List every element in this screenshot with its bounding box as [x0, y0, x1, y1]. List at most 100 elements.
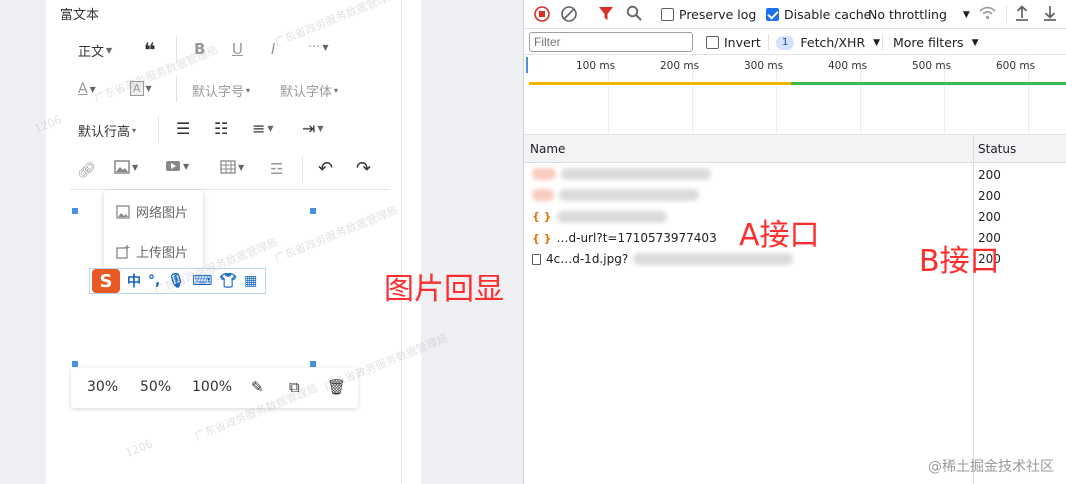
underline-icon[interactable]: U [232, 40, 243, 58]
toolbar-divider [882, 34, 883, 50]
xhr-icon: { } [532, 210, 552, 223]
filter-input[interactable] [529, 32, 693, 52]
paragraph-select-label: 正文 [78, 45, 105, 60]
annotation-api-b: B接口 [919, 244, 1000, 279]
invert-label: Invert [724, 35, 761, 50]
video-icon[interactable]: ▼ [165, 160, 189, 172]
upload-image-option[interactable]: 上传图片 [116, 242, 188, 261]
font-size-label: 默认字号 [192, 85, 245, 100]
table-row[interactable]: 200 [524, 165, 1066, 186]
indent-icon[interactable]: ⇥ ▼ [302, 119, 324, 138]
timeline-tick-label: 200 ms [660, 60, 700, 72]
network-image-option[interactable]: 网络图片 [116, 202, 188, 221]
network-image-label: 网络图片 [136, 206, 189, 221]
search-icon[interactable] [626, 5, 642, 21]
record-icon[interactable] [534, 6, 550, 22]
import-har-icon[interactable] [1015, 5, 1029, 21]
network-toolbar: Preserve log Disable cache No throttling… [524, 0, 1066, 29]
chevron-down-icon: ▼ [971, 37, 979, 48]
size-option-30[interactable]: 30% [87, 379, 118, 395]
network-overview-timeline[interactable]: 100 ms 200 ms 300 ms 400 ms 500 ms 600 m… [524, 55, 1066, 135]
document-icon [532, 253, 541, 265]
chevron-down-icon: ▼ [106, 46, 113, 55]
export-har-icon[interactable] [1043, 5, 1057, 21]
timeline-tick-label: 300 ms [744, 60, 784, 72]
checkbox-checked [766, 8, 779, 21]
undo-icon[interactable]: ↶ [318, 158, 333, 179]
column-status-header[interactable]: Status [978, 142, 1016, 156]
preserve-log-checkbox[interactable]: Preserve log [661, 7, 756, 22]
image-icon[interactable]: ▼ [114, 160, 138, 174]
toolbar-divider [302, 156, 303, 182]
section-title: 富文本 [60, 8, 100, 23]
timeline-cursor [526, 57, 528, 73]
request-name: { } …d-url?t=1710573977403 [532, 231, 717, 245]
request-status: 200 [978, 168, 1001, 182]
divider-icon[interactable]: ☲ [270, 160, 283, 178]
preserve-log-label: Preserve log [679, 7, 757, 22]
toolbox-icon[interactable]: ▦ [244, 273, 257, 289]
clear-icon[interactable] [561, 6, 577, 22]
invert-checkbox[interactable]: Invert [706, 35, 761, 50]
resize-handle[interactable] [72, 208, 78, 214]
toolbar-divider [768, 34, 769, 50]
fetch-xhr-filter[interactable]: 1 Fetch/XHR ▼ [776, 35, 880, 50]
font-family-select[interactable]: 默认字体 ▾ [280, 81, 338, 100]
toolbar-divider [176, 76, 177, 102]
throttling-label: No throttling [868, 7, 947, 22]
network-conditions-icon[interactable] [979, 6, 996, 20]
sogou-logo-icon[interactable]: S [92, 269, 120, 293]
annotation-api-a: A接口 [739, 218, 820, 253]
align-icon[interactable]: ≡ ▼ [252, 119, 274, 138]
toolbar-divider [158, 116, 159, 142]
ime-chinese-toggle[interactable]: 中 [127, 271, 141, 291]
request-status: 200 [978, 189, 1001, 203]
disable-cache-checkbox[interactable]: Disable cache [766, 7, 871, 22]
xhr-icon: { } [532, 231, 552, 245]
size-option-100[interactable]: 100% [192, 379, 232, 395]
redo-icon[interactable]: ↷ [356, 158, 371, 179]
font-size-select[interactable]: 默认字号 ▾ [192, 81, 250, 100]
timeline-tick-label: 600 ms [996, 60, 1036, 72]
font-family-label: 默认字体 [280, 85, 333, 100]
image-insert-menu: 网络图片 上传图片 [104, 190, 203, 270]
line-height-label: 默认行高 [78, 125, 131, 140]
timeline-tick-label: 100 ms [576, 60, 616, 72]
table-row[interactable]: 200 [524, 186, 1066, 207]
waterfall-waiting-bar [529, 82, 791, 85]
edit-icon[interactable]: ✎ [251, 378, 264, 396]
toolbar-divider [1006, 6, 1007, 22]
requests-table-header: Name Status [524, 135, 1066, 163]
resize-handle[interactable] [72, 361, 78, 367]
timeline-tick-label: 500 ms [912, 60, 952, 72]
more-options-icon[interactable]: ··· ▼ [308, 40, 329, 55]
skin-icon[interactable]: 👕︎ [219, 273, 237, 289]
chevron-down-icon: ▼ [962, 9, 970, 20]
link-icon[interactable]: 🔗︎ [77, 161, 96, 179]
paragraph-select[interactable]: 正文 ▼ [78, 41, 112, 60]
timeline-tick-label: 400 ms [828, 60, 868, 72]
fetch-count-badge: 1 [776, 35, 795, 50]
quote-icon[interactable]: ❝ [144, 38, 156, 62]
more-filters-label: More filters [893, 35, 964, 50]
request-name: { } [532, 210, 672, 223]
resize-handle[interactable] [310, 361, 316, 367]
more-filters-select[interactable]: More filters ▼ [893, 35, 978, 50]
size-option-50[interactable]: 50% [140, 379, 171, 395]
throttling-select[interactable]: No throttling ▼ [868, 7, 970, 22]
request-status: 200 [978, 210, 1001, 224]
filter-icon[interactable] [599, 6, 613, 22]
upload-image-label: 上传图片 [136, 246, 189, 261]
line-height-select[interactable]: 默认行高 ▾ [78, 121, 136, 140]
numbered-list-icon[interactable]: ☷ [214, 119, 228, 138]
editor-card [46, 0, 401, 484]
resize-handle[interactable] [310, 208, 316, 214]
table-icon[interactable]: ▼ [220, 160, 244, 174]
image-icon [116, 204, 130, 219]
editor-side-strip [401, 0, 421, 484]
bullet-list-icon[interactable]: ☰ [176, 119, 190, 138]
chevron-down-icon: ▼ [873, 37, 881, 48]
devtools-network-panel: Preserve log Disable cache No throttling… [523, 0, 1066, 484]
column-name-header[interactable]: Name [530, 142, 565, 156]
checkbox-unchecked [661, 8, 674, 21]
